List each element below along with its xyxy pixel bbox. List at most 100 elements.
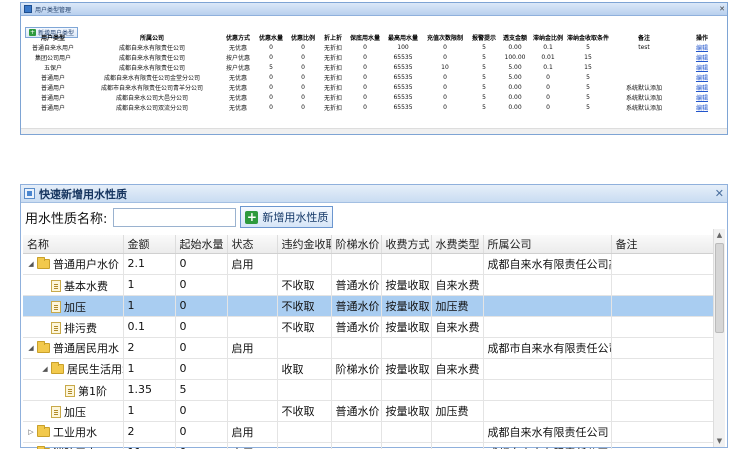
grid-cell	[227, 400, 277, 421]
table-cell: 0.00	[500, 82, 530, 92]
column-header[interactable]: 金额	[123, 235, 175, 253]
table-cell: 5	[256, 62, 286, 72]
grid-cell	[483, 400, 611, 421]
column-header: 滞纳金比例	[530, 32, 566, 42]
tree-row[interactable]: 加压10不收取普通水价按量收取加压费	[23, 295, 713, 316]
collapse-icon[interactable]: ◢	[41, 365, 49, 373]
collapse-icon[interactable]: ◢	[27, 260, 35, 268]
grid-cell: 不收取	[277, 295, 331, 316]
tree-row[interactable]: ◢普通居民用水20启用成都市自来水有限责任公司青	[23, 337, 713, 358]
grid-cell: 按量收取	[381, 358, 431, 379]
edit-link[interactable]: 编辑	[678, 102, 726, 112]
tree-row[interactable]: 第1阶1.355	[23, 379, 713, 400]
edit-link[interactable]: 编辑	[678, 52, 726, 62]
table-cell: 系统默认添加	[610, 82, 678, 92]
table-cell: 0	[256, 52, 286, 62]
table-cell: 系统默认添加	[610, 102, 678, 112]
grid-cell	[381, 379, 431, 400]
edit-link[interactable]: 编辑	[678, 72, 726, 82]
grid-cell	[611, 337, 713, 358]
table-cell: 0	[530, 92, 566, 102]
column-header[interactable]: 所属公司	[483, 235, 611, 253]
grid-cell: 2.1	[123, 253, 175, 274]
edit-link[interactable]: 编辑	[678, 42, 726, 52]
table-cell: 0	[530, 72, 566, 82]
table-cell: 普通用户	[22, 92, 84, 102]
grid-cell: 0	[175, 274, 227, 295]
water-nature-name-input[interactable]	[113, 208, 236, 227]
tree-row[interactable]: 加压10不收取普通水价按量收取加压费	[23, 400, 713, 421]
edit-link[interactable]: 编辑	[678, 92, 726, 102]
tree-name-cell: ◢居民生活用水	[23, 358, 123, 379]
table-cell: 无折扣	[320, 82, 346, 92]
table-cell: test	[610, 42, 678, 52]
expand-icon[interactable]: ▷	[27, 428, 35, 436]
add-water-nature-button[interactable]: + 新增用水性质	[240, 206, 333, 228]
tree-name-cell: 加压	[23, 400, 123, 421]
column-header[interactable]: 收费方式	[381, 235, 431, 253]
table-cell: 无优惠	[220, 72, 256, 82]
tree-row[interactable]: 基本水费10不收取普通水价按量收取自来水费	[23, 274, 713, 295]
table-cell: 0	[422, 52, 468, 62]
scroll-up-icon[interactable]: ▲	[714, 229, 725, 241]
table-cell: 无折扣	[320, 92, 346, 102]
grid-cell	[611, 316, 713, 337]
grid-cell: 不收取	[277, 400, 331, 421]
edit-link[interactable]: 编辑	[678, 62, 726, 72]
table-cell: 0	[346, 82, 384, 92]
table-cell: 0	[422, 102, 468, 112]
table-cell: 0.1	[530, 42, 566, 52]
table-cell: 0	[286, 72, 320, 82]
close-icon[interactable]: ✕	[717, 5, 727, 13]
table-cell: 0	[256, 82, 286, 92]
grid-cell	[331, 379, 381, 400]
grid-cell	[331, 253, 381, 274]
folder-icon	[51, 364, 64, 374]
table-cell: 0	[286, 52, 320, 62]
grid-cell: 1	[123, 274, 175, 295]
grid-cell: 1	[123, 358, 175, 379]
table-cell: 5	[566, 82, 610, 92]
close-icon[interactable]: ✕	[715, 187, 724, 200]
table-cell: 成都自来水公司大邑分公司	[84, 92, 220, 102]
column-header[interactable]: 状态	[227, 235, 277, 253]
column-header[interactable]: 阶梯水价	[331, 235, 381, 253]
grid-cell: 启用	[227, 253, 277, 274]
table-row: 集团公司用户成都自来水有限责任公司按户优惠00无折扣06553505100.00…	[22, 52, 726, 62]
grid-cell	[227, 274, 277, 295]
vertical-scrollbar[interactable]: ▲ ▼	[713, 229, 725, 447]
column-header[interactable]: 名称	[23, 235, 123, 253]
collapse-icon[interactable]: ◢	[27, 344, 35, 352]
grid-cell	[331, 337, 381, 358]
file-icon	[51, 322, 61, 334]
scroll-thumb[interactable]	[715, 243, 724, 333]
tree-name-cell: ◢普通居民用水	[23, 337, 123, 358]
column-header: 优惠比例	[286, 32, 320, 42]
column-header: 透支金额	[500, 32, 530, 42]
column-header[interactable]: 备注	[611, 235, 713, 253]
table-cell: 成都自来水有限责任公司	[84, 42, 220, 52]
column-header[interactable]: 水费类型	[431, 235, 483, 253]
horizontal-scrollbar[interactable]	[21, 128, 727, 134]
window-icon	[24, 188, 35, 199]
grid-cell: 成都自来水有限责任公司高新	[483, 253, 611, 274]
grid-cell	[227, 358, 277, 379]
table-cell: 0.00	[500, 92, 530, 102]
tree-row[interactable]: ◢居民生活用水10收取阶梯水价按量收取自来水费	[23, 358, 713, 379]
grid-cell: 阶梯水价	[331, 358, 381, 379]
table-cell: 无折扣	[320, 62, 346, 72]
grid-cell	[227, 379, 277, 400]
column-header[interactable]: 违约金收取	[277, 235, 331, 253]
table-cell: 65535	[384, 52, 422, 62]
tree-row[interactable]: ▷工业用水20启用成都自来水有限责任公司	[23, 421, 713, 442]
scroll-down-icon[interactable]: ▼	[714, 435, 725, 447]
tree-node-label: 排污费	[64, 320, 97, 336]
edit-link[interactable]: 编辑	[678, 82, 726, 92]
tree-row[interactable]: ◢普通用户水价2.10启用成都自来水有限责任公司高新	[23, 253, 713, 274]
table-cell: 成都自来水公司双流分公司	[84, 102, 220, 112]
table-cell: 5	[468, 42, 500, 52]
grid-cell	[381, 337, 431, 358]
grid-cell: 0	[175, 400, 227, 421]
tree-row[interactable]: 排污费0.10不收取普通水价按量收取自来水费	[23, 316, 713, 337]
column-header[interactable]: 起始水量	[175, 235, 227, 253]
